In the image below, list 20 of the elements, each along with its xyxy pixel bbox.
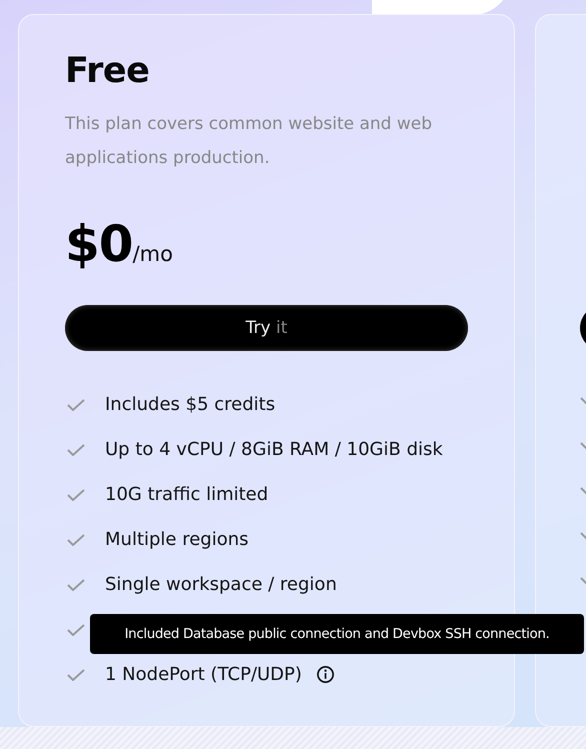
check-icon — [67, 624, 85, 636]
feature-text: Up to 4 vCPU / 8GiB RAM / 10GiB disk — [105, 439, 443, 460]
check-icon — [67, 444, 85, 456]
try-button[interactable]: Try it — [65, 305, 468, 351]
plan-description: This plan covers common website and web applications production. — [65, 113, 434, 170]
info-icon[interactable] — [316, 665, 335, 684]
tooltip: Included Database public connection and Devbox SSH connection. — [90, 614, 584, 654]
feature-text: Single workspace / region — [105, 574, 337, 595]
check-icon — [67, 488, 85, 500]
feature-text: Multiple regions — [105, 529, 249, 550]
check-icon — [67, 534, 85, 546]
feature-text: 10G traffic limited — [105, 484, 268, 505]
check-icon — [67, 578, 85, 590]
check-icon — [67, 668, 85, 680]
feature-text: Includes $5 credits — [105, 394, 276, 415]
plan-title: Free — [65, 51, 150, 91]
price-period: /mo — [132, 242, 173, 266]
check-icon — [67, 398, 85, 410]
feature-text: 1 NodePort (TCP/UDP) — [105, 664, 302, 685]
price: $0 — [65, 215, 133, 273]
